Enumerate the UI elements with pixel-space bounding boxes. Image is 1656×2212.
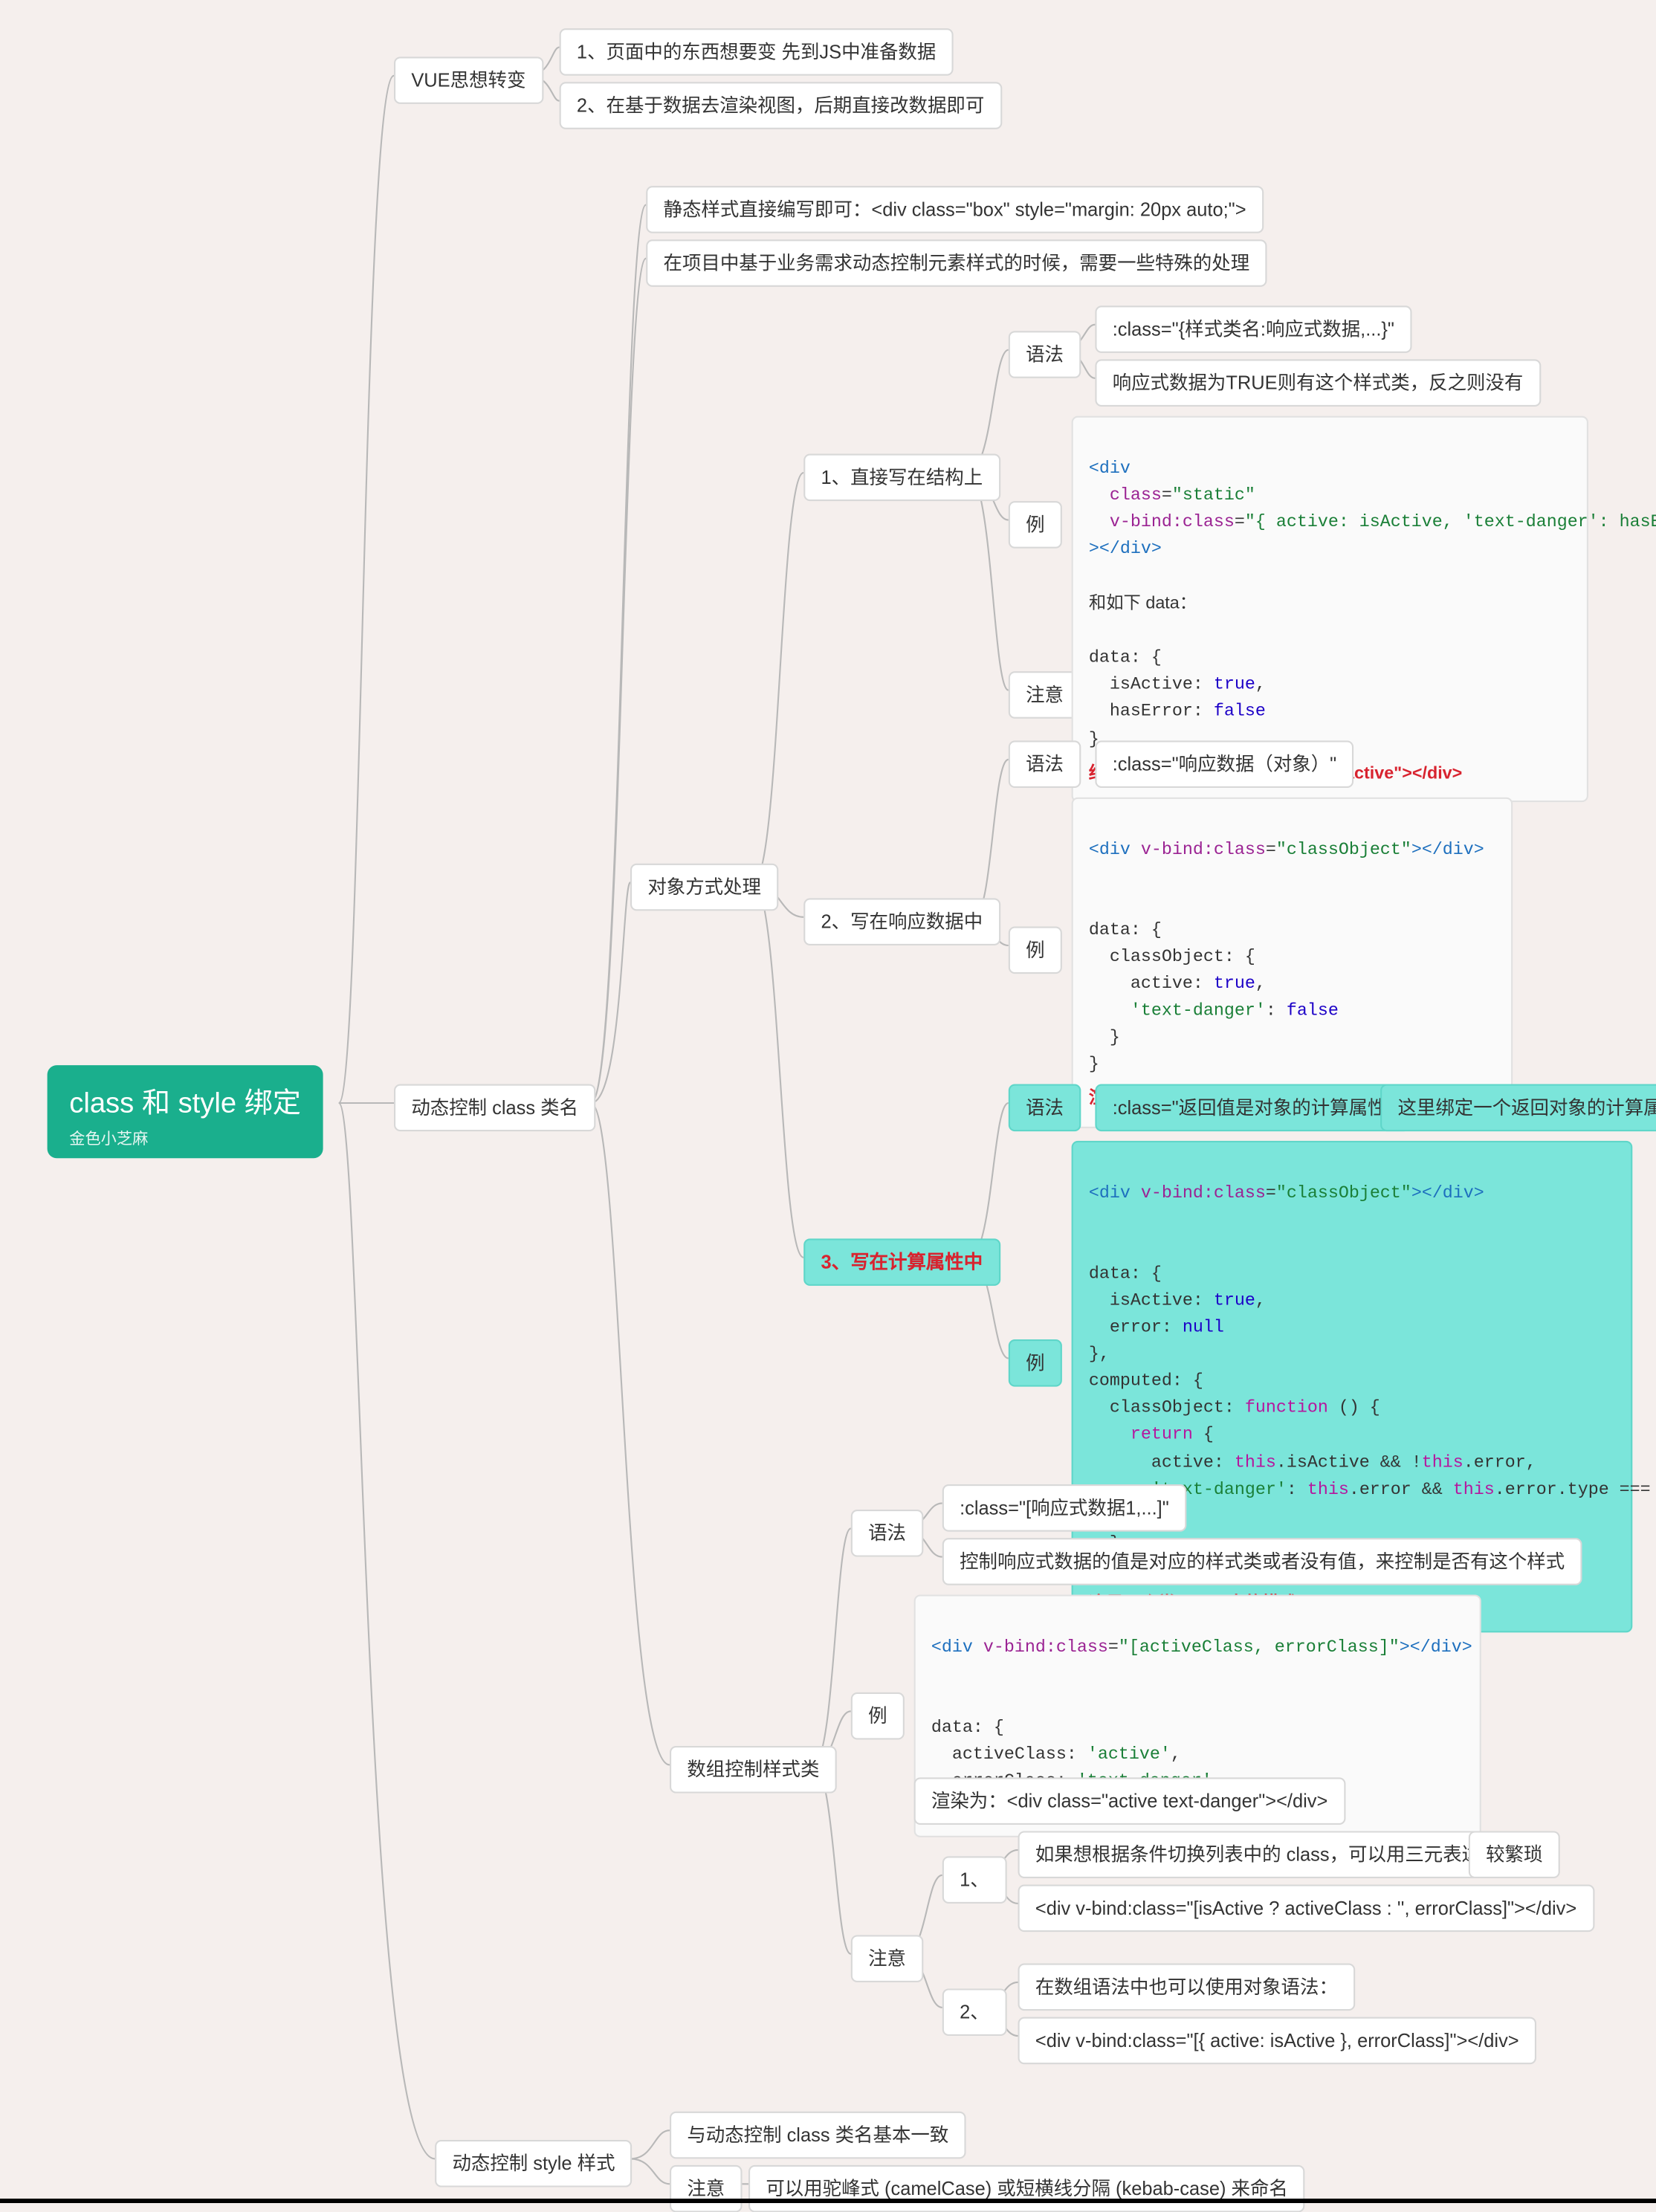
node-arr-n2[interactable]: 2、 — [942, 1988, 1006, 2036]
node-computed[interactable]: 3、写在计算属性中 — [803, 1238, 1000, 1286]
node-arr-n1b[interactable]: 较繁琐 — [1469, 1831, 1560, 1878]
codebox-reactive: <div v-bind:class="classObject"></div> d… — [1072, 798, 1513, 1128]
node-struct-s1[interactable]: :class="{样式类名:响应式数据,...}" — [1095, 305, 1411, 353]
node-array[interactable]: 数组控制样式类 — [670, 1746, 837, 1794]
node-arr-s2[interactable]: 控制响应式数据的值是对应的样式类或者没有值，来控制是否有这个样式 — [942, 1538, 1582, 1585]
node-dyn-style[interactable]: 动态控制 style 样式 — [435, 2140, 633, 2187]
node-vue-thought[interactable]: VUE思想转变 — [394, 56, 543, 104]
root-node[interactable]: class 和 style 绑定 金色小芝麻 — [48, 1065, 323, 1158]
node-arr-n1t[interactable]: 如果想根据条件切换列表中的 class，可以用三元表达式： — [1018, 1831, 1536, 1878]
node-comp-syn-t[interactable]: :class="返回值是对象的计算属性" — [1095, 1084, 1410, 1132]
node-struct-note[interactable]: 注意 — [1009, 671, 1081, 719]
node-react-ex[interactable]: 例 — [1009, 927, 1062, 974]
node-arr-render[interactable]: 渲染为：<div class="active text-danger"></di… — [914, 1777, 1345, 1825]
bottom-border — [0, 2199, 1656, 2203]
node-arr-n1[interactable]: 1、 — [942, 1856, 1006, 1904]
root-author: 金色小芝麻 — [69, 1125, 301, 1149]
node-vt-2[interactable]: 2、在基于数据去渲染视图，后期直接改数据即可 — [560, 82, 1002, 129]
node-struct[interactable]: 1、直接写在结构上 — [803, 454, 1000, 502]
node-comp-syn[interactable]: 语法 — [1009, 1084, 1081, 1132]
node-vt-1[interactable]: 1、页面中的东西想要变 先到JS中准备数据 — [560, 28, 954, 76]
node-arr-n2t[interactable]: 在数组语法中也可以使用对象语法： — [1018, 1964, 1356, 2011]
node-ds-same[interactable]: 与动态控制 class 类名基本一致 — [670, 2112, 966, 2159]
node-obj-method[interactable]: 对象方式处理 — [630, 864, 778, 911]
node-dc-intro1[interactable]: 静态样式直接编写即可：<div class="box" style="margi… — [646, 186, 1264, 233]
node-comp-ex[interactable]: 例 — [1009, 1339, 1062, 1387]
node-ds-note[interactable]: 注意 — [670, 2165, 743, 2212]
node-arr-s1[interactable]: :class="[响应式数据1,...]" — [942, 1484, 1186, 1532]
node-arr-syn[interactable]: 语法 — [851, 1510, 924, 1557]
node-struct-syntax[interactable]: 语法 — [1009, 331, 1081, 378]
node-struct-s2[interactable]: 响应式数据为TRUE则有这个样式类，反之则没有 — [1095, 359, 1540, 407]
node-reactive[interactable]: 2、写在响应数据中 — [803, 898, 1000, 945]
node-arr-n1c[interactable]: <div v-bind:class="[isActive ? activeCla… — [1018, 1885, 1594, 1933]
node-dyn-class[interactable]: 动态控制 class 类名 — [394, 1084, 595, 1132]
node-arr-ex[interactable]: 例 — [851, 1692, 905, 1740]
node-react-syn[interactable]: 语法 — [1009, 740, 1081, 788]
node-comp-syn-n[interactable]: 这里绑定一个返回对象的计算属性 — [1380, 1084, 1656, 1132]
root-title: class 和 style 绑定 — [69, 1081, 301, 1122]
node-arr-n2c[interactable]: <div v-bind:class="[{ active: isActive }… — [1018, 2017, 1536, 2065]
node-struct-ex[interactable]: 例 — [1009, 501, 1062, 549]
node-dc-intro2[interactable]: 在项目中基于业务需求动态控制元素样式的时候，需要一些特殊的处理 — [646, 239, 1267, 287]
node-ds-note-t[interactable]: 可以用驼峰式 (camelCase) 或短横线分隔 (kebab-case) 来… — [748, 2165, 1305, 2212]
cb1-intro: 和如下 data： — [1089, 595, 1197, 613]
node-react-syn-t[interactable]: :class="响应数据（对象）" — [1095, 740, 1353, 788]
node-arr-note[interactable]: 注意 — [851, 1935, 924, 1982]
